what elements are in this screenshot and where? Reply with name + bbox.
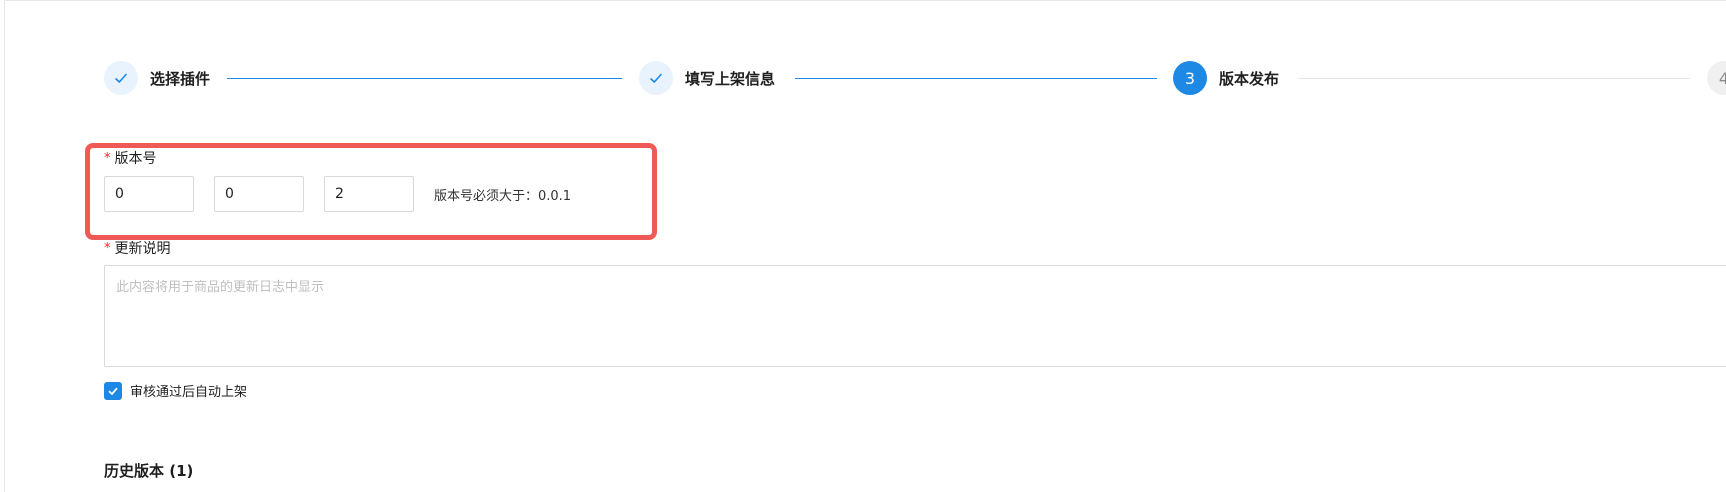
- check-icon: [639, 61, 673, 95]
- step-connector: [1298, 78, 1690, 79]
- step-label: 版本发布: [1219, 69, 1280, 88]
- auto-publish-checkbox-row[interactable]: 审核通过后自动上架: [104, 381, 247, 400]
- checkbox-checked-icon[interactable]: [104, 381, 122, 400]
- step-number: 4: [1707, 61, 1726, 95]
- step-fill-info[interactable]: 填写上架信息: [639, 61, 775, 95]
- update-notes-label: 更新说明: [114, 241, 171, 257]
- required-mark: *: [104, 240, 111, 256]
- annotation-highlight-box: [85, 143, 657, 240]
- step-version-release[interactable]: 3 版本发布: [1173, 61, 1279, 95]
- step-4[interactable]: 4: [1707, 61, 1726, 95]
- step-connector: [227, 78, 622, 79]
- check-icon: [104, 61, 138, 95]
- update-notes-label-row: * 更新说明: [104, 238, 171, 258]
- auto-publish-label: 审核通过后自动上架: [130, 385, 248, 400]
- step-label: 填写上架信息: [685, 69, 776, 88]
- step-connector: [795, 78, 1157, 79]
- page-frame: [4, 0, 1726, 492]
- update-notes-textarea[interactable]: [104, 265, 1726, 367]
- step-label: 选择插件: [150, 69, 211, 88]
- step-number: 3: [1173, 61, 1207, 95]
- history-section-title: 历史版本 (1): [104, 462, 194, 480]
- step-select-plugin[interactable]: 选择插件: [104, 61, 210, 95]
